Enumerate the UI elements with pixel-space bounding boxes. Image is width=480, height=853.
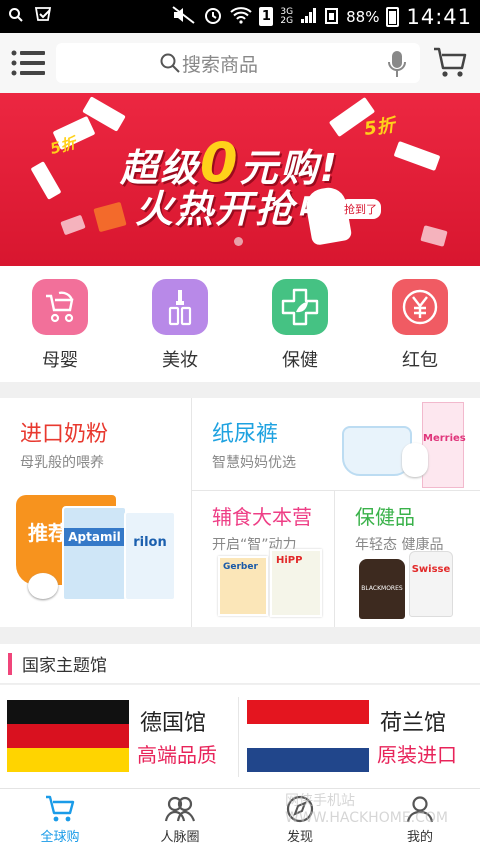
product-can-b-label: rilon: [133, 535, 167, 550]
polar-bear-toy: [28, 573, 58, 599]
country-name: 荷兰馆: [380, 711, 447, 736]
banner-subheadline: 火热开抢中: [135, 187, 336, 231]
promo-milk-powder[interactable]: 进口奶粉 母乳般的喂养 推荐 Aptamil rilon: [0, 398, 191, 627]
category-health[interactable]: 保健: [240, 266, 360, 382]
promo-baby-food[interactable]: 辅食大本营 开启“智”动力 Gerber HiPP: [192, 491, 334, 627]
promo-supplements[interactable]: 保健品 年轻态 健康品 BLACKMORES Swisse: [335, 491, 480, 627]
promo-diapers[interactable]: 纸尿裤 智慧妈妈优选 Merries: [192, 398, 480, 490]
decor-envelope: [93, 201, 127, 233]
decor-ticket: [393, 140, 441, 172]
battery-icon: [386, 6, 400, 27]
country-name: 德国馆: [140, 711, 207, 736]
clock: 14:41: [406, 4, 472, 29]
country-netherlands[interactable]: 荷兰馆 原装进口: [240, 685, 480, 788]
promo-title: 辅食大本营: [212, 505, 312, 529]
nav-global-shop[interactable]: 全球购: [0, 789, 120, 853]
list-menu-icon: [11, 50, 45, 76]
category-row: 母婴 美妆 保健 红包: [0, 266, 480, 382]
section-accent-bar: [8, 652, 12, 675]
yuan-coin-icon: [392, 279, 448, 335]
watermark: 网侠手机站 WWW.HACKHOME.COM: [285, 793, 448, 826]
decor-ticket: [30, 161, 62, 200]
food-box-b: HiPP: [270, 549, 322, 617]
category-label: 美妆: [162, 350, 198, 371]
category-label: 母婴: [42, 350, 78, 371]
banner-discount-badge-2: 5折: [48, 133, 78, 158]
nav-contacts[interactable]: 人脉圈: [120, 789, 240, 853]
search-icon: [160, 53, 180, 73]
product-can-a-label: Aptamil: [64, 528, 125, 546]
wifi-icon: [230, 6, 253, 27]
signal-2-icon: [325, 6, 339, 27]
carousel-indicator[interactable]: [234, 237, 243, 246]
product-can-a: Aptamil: [62, 506, 127, 601]
diaper-pack: Merries: [422, 402, 466, 488]
category-beauty[interactable]: 美妆: [120, 266, 240, 382]
promo-title: 进口奶粉: [20, 422, 109, 447]
divider: [238, 697, 239, 777]
product-can-b: rilon: [124, 511, 176, 601]
supplement-bottle-a-label: BLACKMORES: [361, 585, 403, 592]
country-list: 德国馆 高端品质 荷兰馆 原装进口: [0, 685, 480, 788]
search-input[interactable]: 搜索商品: [56, 43, 420, 83]
banner-discount-badge: 5折: [362, 114, 397, 141]
supplement-bottle-b-label: Swisse: [411, 564, 451, 575]
battery-percent: 88%: [346, 7, 380, 26]
nav-label: 人脉圈: [160, 830, 200, 845]
cosmetics-icon: [152, 279, 208, 335]
menu-button[interactable]: [0, 33, 56, 93]
section-title: 国家主题馆: [22, 656, 107, 676]
supplement-bottle-a: BLACKMORES: [359, 559, 405, 619]
mute-icon: [172, 6, 196, 27]
diaper-pack-brand: Merries: [423, 433, 466, 444]
rabbit-toy: [402, 443, 428, 477]
cart-button[interactable]: [420, 33, 480, 93]
food-box-b-label: HiPP: [276, 555, 303, 566]
category-redpacket[interactable]: 红包: [360, 266, 480, 382]
microphone-icon[interactable]: [388, 50, 406, 78]
medical-cross-icon: [272, 279, 328, 335]
people-icon: [164, 796, 196, 822]
promo-title: 保健品: [355, 505, 415, 529]
germany-flag-icon: [7, 700, 129, 772]
mascot-speech-bubble: 抢到了: [340, 199, 381, 219]
promo-subtitle: 母乳般的喂养: [20, 455, 104, 471]
status-bar: 1 3G 2G 88% 14:41: [0, 0, 480, 33]
network-type: 3G 2G: [280, 6, 294, 26]
food-box-a: Gerber: [218, 556, 268, 616]
country-tagline: 高端品质: [137, 743, 217, 767]
nav-label: 我的: [406, 830, 433, 845]
netherlands-flag-icon: [247, 700, 369, 772]
search-placeholder: 搜索商品: [182, 53, 259, 76]
cart-icon: [46, 795, 75, 822]
country-germany[interactable]: 德国馆 高端品质: [0, 685, 240, 788]
decor-ticket: [420, 225, 448, 247]
search-status-icon: [8, 7, 24, 26]
category-label: 保健: [282, 350, 318, 371]
food-box-a-label: Gerber: [223, 562, 258, 572]
alarm-icon: [203, 5, 223, 28]
country-section-header: 国家主题馆: [0, 644, 480, 684]
nav-label: 全球购: [40, 830, 80, 845]
country-tagline: 原装进口: [377, 743, 457, 767]
top-header: 搜索商品: [0, 33, 480, 93]
signal-icon: [300, 6, 318, 27]
stroller-icon: [32, 279, 88, 335]
sim-indicator: 1: [259, 7, 274, 26]
nav-label: 发现: [286, 830, 313, 845]
category-label: 红包: [402, 350, 438, 371]
category-baby[interactable]: 母婴: [0, 266, 120, 382]
app-screen: 1 3G 2G 88% 14:41 搜索商品 5折 5折 超级0元购! 火热开抢…: [0, 0, 480, 853]
promo-grid: 进口奶粉 母乳般的喂养 推荐 Aptamil rilon 纸尿裤 智慧妈妈优选: [0, 398, 480, 627]
supplement-bottle-b: Swisse: [409, 551, 453, 617]
shield-check-icon: [34, 6, 54, 27]
shopping-cart-icon: [434, 47, 467, 77]
decor-ticket: [60, 214, 86, 236]
